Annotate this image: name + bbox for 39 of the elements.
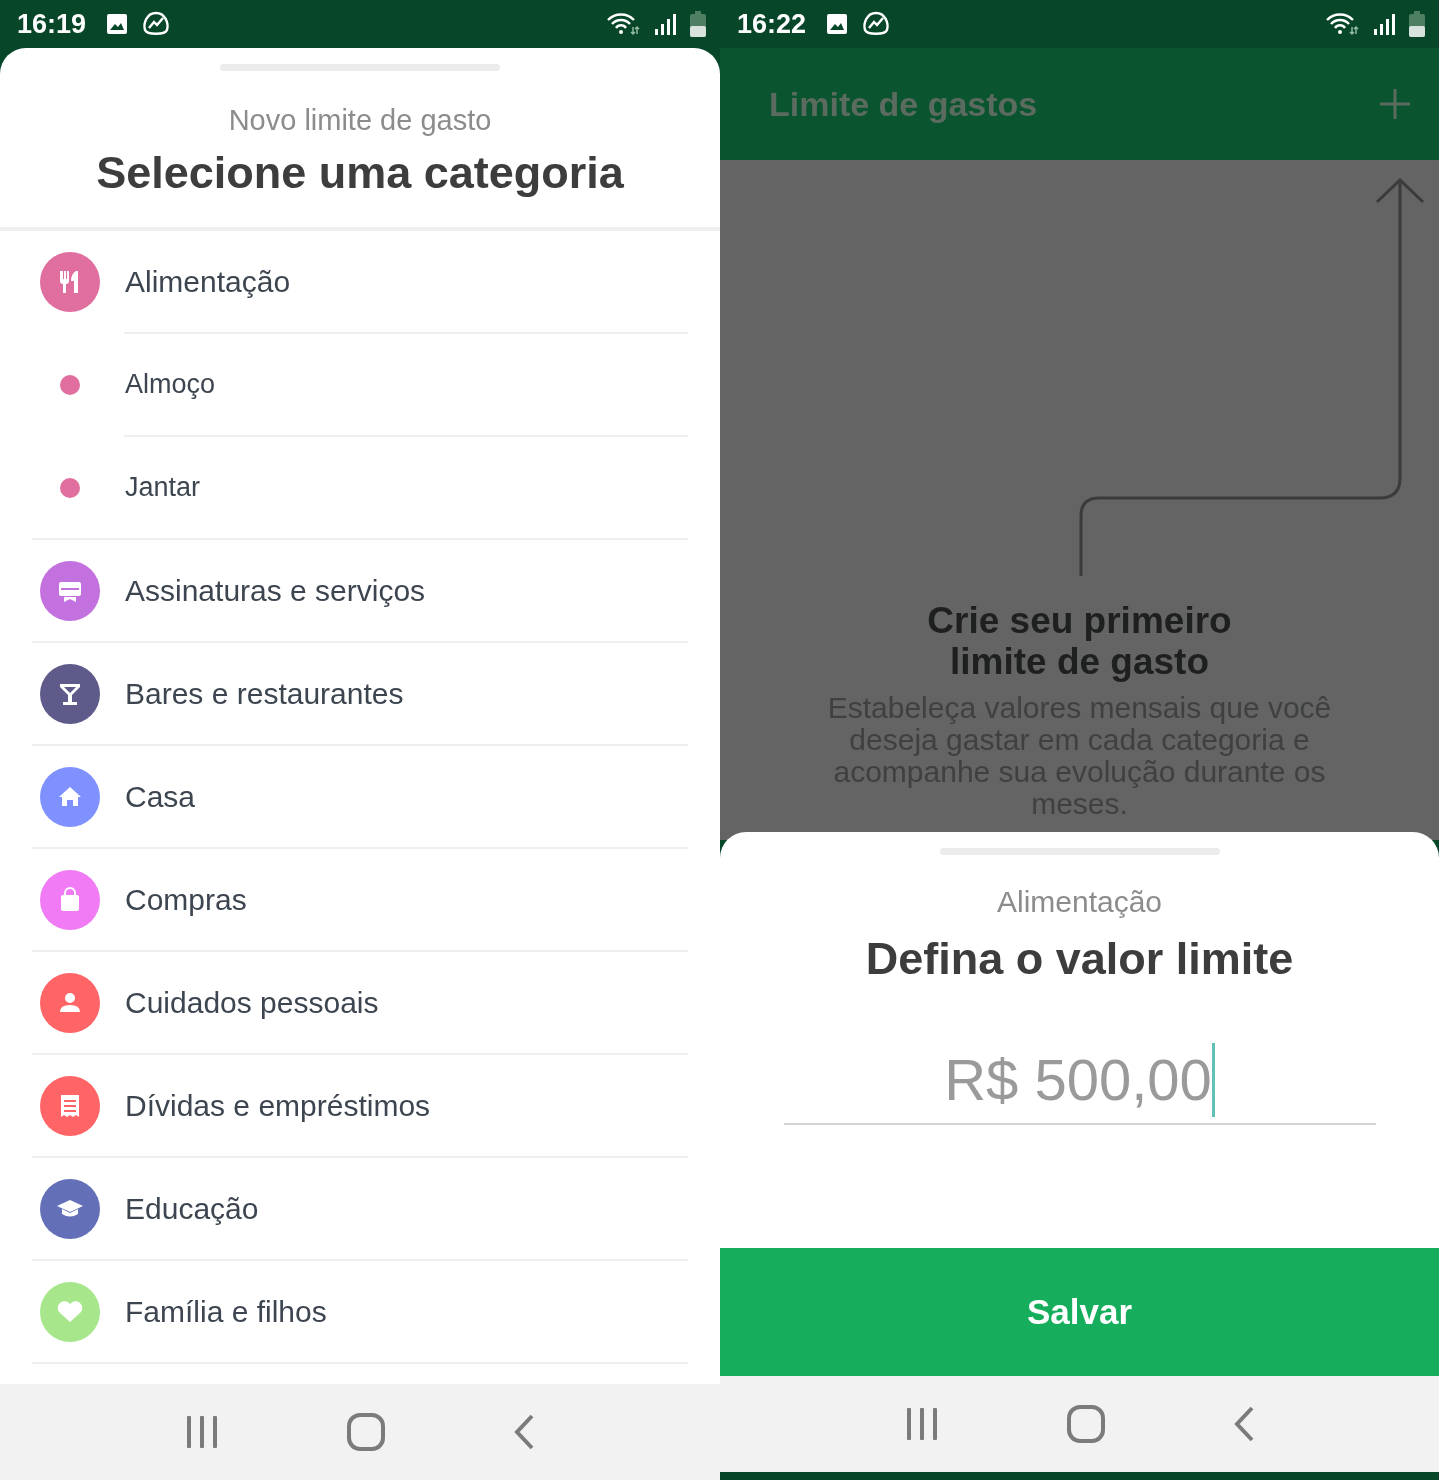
signal-icon [1373, 12, 1395, 36]
category-label: Assinaturas e serviços [125, 573, 426, 608]
subcategory-item[interactable]: Jantar [32, 437, 688, 540]
sheet-title: Defina o valor limite [865, 933, 1294, 985]
image-icon [826, 13, 849, 35]
header-title: Limite de gastos [769, 84, 1038, 124]
category-item[interactable]: Dívidas e empréstimos [32, 1055, 688, 1158]
category-label: Casa [125, 779, 196, 814]
signal-icon [654, 12, 676, 36]
category-item[interactable]: Cuidados pessoais [32, 952, 688, 1055]
category-item[interactable]: Compras [32, 849, 688, 952]
category-label: Cuidados pessoais [125, 985, 379, 1020]
battery-icon [1409, 11, 1425, 37]
category-label: Alimentação [125, 264, 291, 299]
subcategory-label: Jantar [125, 472, 201, 503]
wifi-icon [1325, 12, 1359, 36]
empty-state-title: Crie seu primeiro limite de gasto [926, 600, 1233, 682]
category-item[interactable]: Alimentação [32, 231, 688, 334]
category-item[interactable]: Família e filhos [32, 1261, 688, 1364]
home-icon[interactable] [347, 1413, 385, 1451]
category-label: Compras [125, 882, 247, 917]
category-item[interactable]: Assinaturas e serviços [32, 540, 688, 643]
status-time: 16:19 [17, 8, 87, 40]
category-item[interactable]: Casa [32, 746, 688, 849]
wifi-icon [606, 12, 640, 36]
sheet-subtitle: Alimentação [996, 885, 1163, 919]
sheet-subtitle: Novo limite de gasto [228, 104, 492, 137]
category-label: Dívidas e empréstimos [125, 1088, 431, 1123]
subcategory-label: Almoço [125, 369, 216, 400]
subcategory-item[interactable]: Almoço [32, 334, 688, 437]
status-time: 16:22 [737, 8, 807, 40]
category-label: Família e filhos [125, 1294, 327, 1329]
category-label: Educação [125, 1191, 259, 1226]
home-icon[interactable] [1066, 1405, 1105, 1443]
category-label: Bares e restaurantes [125, 676, 404, 711]
image-icon [106, 13, 129, 35]
battery-icon [690, 11, 706, 37]
category-item[interactable]: Bares e restaurantes [32, 643, 688, 746]
category-item[interactable]: Educação [32, 1158, 688, 1261]
